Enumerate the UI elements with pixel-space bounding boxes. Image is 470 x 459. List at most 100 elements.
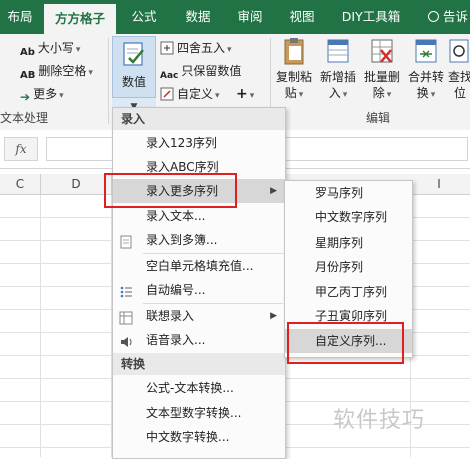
chevron-down-icon: ▾	[386, 90, 392, 100]
round-button[interactable]: 四舍五入 ▾	[160, 38, 232, 58]
menu-item-fill-blank[interactable]: 空白单元格填充值...	[113, 254, 285, 278]
number-value-label: 数值	[121, 75, 146, 89]
custom-icon	[160, 87, 174, 107]
menu-item-label: 中文数字转换...	[146, 430, 230, 444]
menu-section-entry-label: 录入	[121, 112, 146, 126]
menu-item-label: 自动编号...	[146, 283, 206, 297]
chevron-down-icon: ▾	[249, 91, 255, 101]
column-header-c[interactable]: C	[0, 174, 41, 194]
submenu-item-label: 罗马序列	[315, 186, 364, 200]
number-value-button[interactable]: 数值	[112, 36, 156, 98]
round-icon	[160, 41, 174, 61]
chevron-down-icon: ▾	[342, 90, 348, 100]
menu-item-label: 语音录入...	[146, 333, 206, 347]
group-separator	[108, 38, 109, 124]
menu-item-voice-entry[interactable]: 语音录入...	[113, 328, 285, 352]
menu-section-convert: 转换	[113, 353, 285, 375]
arrow-right-icon: ➔	[20, 90, 31, 104]
menu-section-entry: 录入	[113, 108, 285, 130]
fx-button[interactable]: fx	[4, 137, 38, 161]
chevron-down-icon: ▾	[215, 91, 220, 101]
submenu-item-label: 中文数字序列	[315, 210, 388, 224]
menu-item-formula-text[interactable]: 公式-文本转换...	[113, 376, 285, 400]
more-button[interactable]: ➔ 更多 ▾	[20, 84, 64, 104]
column-header-d[interactable]: D	[41, 174, 112, 194]
text-group-label: 文本处理	[0, 111, 49, 125]
menu-item-associative-entry[interactable]: 联想录入 ▶	[113, 304, 285, 328]
chevron-down-icon: ▾	[75, 45, 81, 55]
tab-formulas[interactable]: 公式	[122, 0, 166, 34]
copy-paste-label-2: 贴	[284, 86, 297, 100]
highlight-box-more-series	[104, 173, 237, 208]
menu-item-entry-123[interactable]: 录入123序列	[113, 131, 285, 155]
clipboard-icon	[284, 38, 304, 65]
insert-rows-icon	[327, 39, 349, 63]
plus-button[interactable]: + ▾	[236, 84, 254, 104]
menu-item-label: 录入到多簿...	[146, 233, 218, 247]
batch-delete-button[interactable]: 批量删 除 ▾	[362, 36, 402, 106]
chevron-down-icon: ▾	[227, 45, 232, 55]
case-label: 大小写	[37, 41, 74, 55]
find-icon	[449, 39, 469, 63]
lightbulb-icon	[428, 11, 439, 22]
watermark: 软件技巧	[333, 408, 426, 433]
ribbon-tab-bar: 布局 方方格子 公式 数据 审阅 视图 DIY工具箱 告诉	[0, 0, 470, 34]
chevron-down-icon: ▾	[59, 91, 64, 101]
delete-space-icon: AB	[20, 70, 36, 81]
menu-item-entry-multi-book[interactable]: 录入到多簿...	[113, 228, 285, 252]
submenu-arrow-icon: ▶	[270, 311, 277, 321]
submenu-item-weekday[interactable]: 星期序列	[285, 231, 412, 255]
grid-line	[40, 195, 41, 457]
insert-label: 新增插	[319, 70, 356, 84]
insert-label-2: 入	[328, 86, 341, 100]
copy-paste-button[interactable]: 复制粘 贴 ▾	[274, 36, 314, 106]
menu-item-label: 录入123序列	[146, 136, 217, 150]
merge-convert-label-2: 换	[416, 86, 429, 100]
menu-item-chinese-number[interactable]: 中文数字转换...	[113, 425, 285, 449]
menu-item-text-number[interactable]: 文本型数字转换...	[113, 401, 285, 425]
submenu-item-chinese-number[interactable]: 中文数字序列	[285, 205, 412, 229]
tab-view[interactable]: 视图	[280, 0, 324, 34]
find-label: 查找	[448, 70, 470, 84]
menu-item-auto-number[interactable]: 自动编号...	[113, 278, 285, 302]
ab-case-icon: Ab	[20, 47, 35, 58]
edit-group-label: 编辑	[366, 111, 391, 125]
round-label: 四舍五入	[177, 41, 226, 55]
menu-item-label: 联想录入	[146, 309, 195, 323]
tell-me-box[interactable]: 告诉	[428, 0, 468, 34]
find-locate-button[interactable]: 查找 位	[448, 36, 470, 106]
column-header-i[interactable]: I	[410, 174, 468, 194]
merge-convert-label: 合并转	[407, 70, 444, 84]
menu-item-label: 公式-文本转换...	[146, 381, 234, 395]
submenu-arrow-icon: ▶	[270, 186, 277, 196]
chevron-down-icon: ▾	[298, 90, 304, 100]
batch-delete-label-2: 除	[372, 86, 385, 100]
highlight-box-custom-series	[287, 322, 404, 364]
more-label: 更多	[33, 87, 58, 101]
submenu-item-month[interactable]: 月份序列	[285, 255, 412, 279]
keep-value-icon: Aac	[160, 71, 179, 81]
tab-review[interactable]: 审阅	[228, 0, 272, 34]
copy-paste-label: 复制粘	[275, 70, 312, 84]
merge-icon	[415, 39, 437, 63]
keep-value-button[interactable]: Aac 只保留数值	[160, 61, 241, 81]
submenu-item-jiayi[interactable]: 甲乙丙丁序列	[285, 280, 412, 304]
menu-item-label: 文本型数字转换...	[146, 406, 242, 420]
batch-delete-label: 批量删	[363, 70, 400, 84]
submenu-item-roman[interactable]: 罗马序列	[285, 181, 412, 205]
submenu-item-label: 甲乙丙丁序列	[315, 285, 388, 299]
tab-diy-toolbox[interactable]: DIY工具箱	[336, 0, 406, 34]
find-label-2: 位	[453, 86, 466, 100]
merge-convert-button[interactable]: 合并转 换 ▾	[406, 36, 446, 106]
case-button[interactable]: Ab 大小写 ▾	[20, 38, 80, 58]
tab-fangfang-gezi[interactable]: 方方格子	[44, 4, 116, 34]
tab-layout[interactable]: 布局	[0, 0, 40, 34]
chevron-down-icon: ▾	[88, 68, 93, 78]
tell-me-label: 告诉	[443, 9, 469, 24]
chevron-down-icon: ▾	[430, 90, 436, 100]
delete-space-button[interactable]: AB 删除空格 ▾	[20, 61, 93, 81]
delete-space-label: 删除空格	[38, 64, 87, 78]
tab-data[interactable]: 数据	[176, 0, 220, 34]
custom-button[interactable]: 自定义 ▾	[160, 84, 220, 104]
insert-button[interactable]: 新增插 入 ▾	[318, 36, 358, 106]
